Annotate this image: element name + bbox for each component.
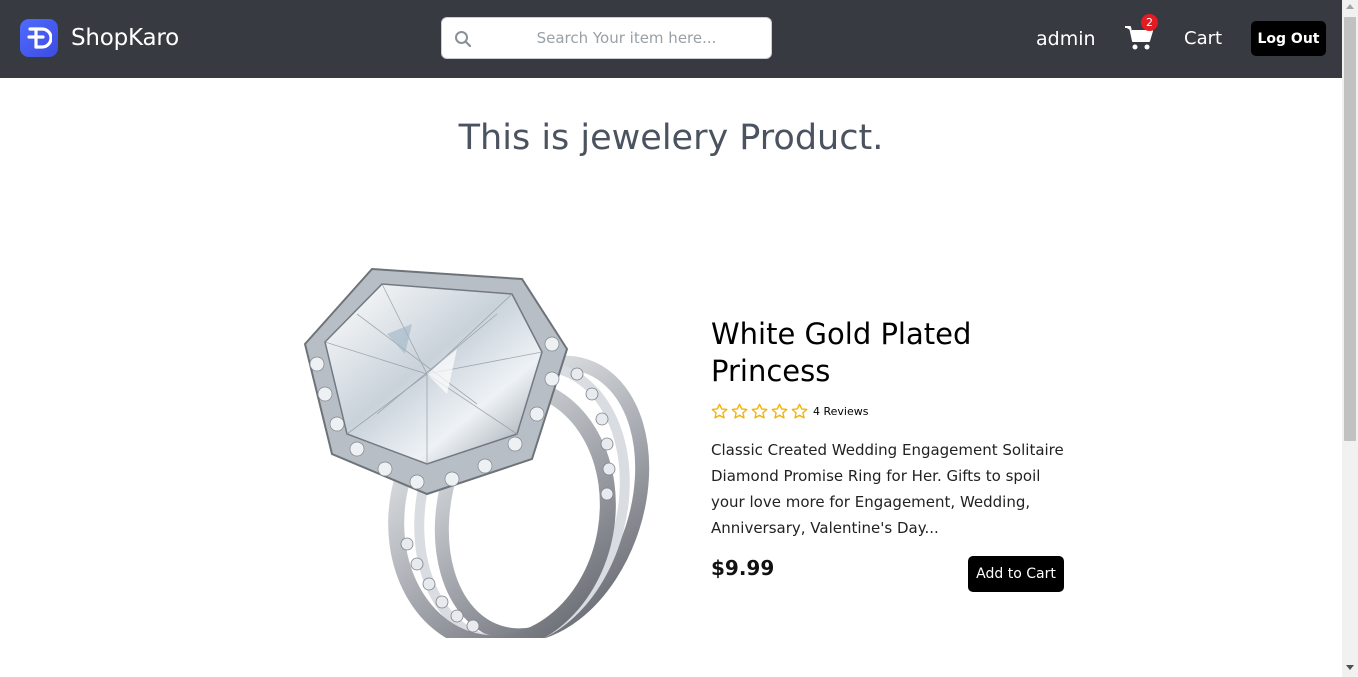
navbar: ShopKaro admin 2 Cart Log Out	[0, 0, 1342, 78]
logo-icon[interactable]	[20, 19, 58, 57]
scroll-thumb[interactable]	[1344, 17, 1356, 441]
star-outline-icon	[751, 403, 768, 419]
brand-name[interactable]: ShopKaro	[71, 25, 179, 51]
cart-count-badge: 2	[1141, 14, 1158, 31]
product-description: Classic Created Wedding Engagement Solit…	[711, 441, 1064, 537]
star-outline-icon	[771, 403, 788, 419]
product-price: $9.99	[711, 556, 775, 580]
brand[interactable]: ShopKaro	[20, 19, 179, 57]
star-outline-icon	[791, 403, 808, 419]
review-count[interactable]: 4 Reviews	[813, 405, 868, 418]
add-to-cart-button[interactable]: Add to Cart	[968, 556, 1064, 592]
product-rating: 4 Reviews	[711, 403, 868, 420]
search-icon	[455, 31, 472, 48]
star-outline-icon	[711, 403, 728, 419]
search-input[interactable]	[442, 18, 771, 58]
logout-button[interactable]: Log Out	[1251, 21, 1326, 56]
search-box	[441, 17, 772, 59]
nav-user-name[interactable]: admin	[1036, 28, 1096, 50]
product-image	[277, 254, 672, 638]
product-title[interactable]: White Gold Plated Princess	[711, 316, 1041, 390]
nav-cart-link[interactable]: Cart	[1184, 28, 1222, 49]
scroll-down-arrow-icon[interactable]	[1346, 665, 1354, 670]
vertical-scrollbar[interactable]	[1342, 0, 1358, 677]
star-outline-icon	[731, 403, 748, 419]
page-heading: This is jewelery Product.	[458, 118, 884, 158]
scroll-up-arrow-icon[interactable]	[1346, 4, 1354, 9]
